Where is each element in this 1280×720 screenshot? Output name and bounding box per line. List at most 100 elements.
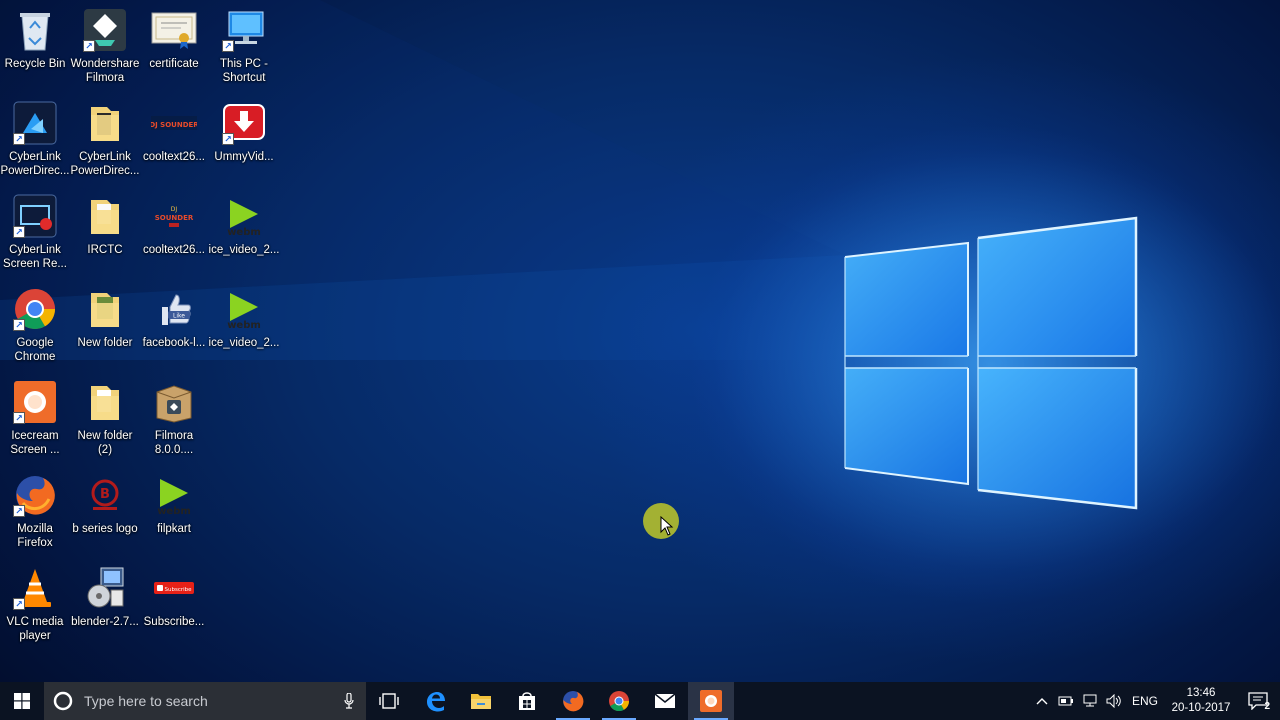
icecream-recorder-icon <box>700 690 722 712</box>
desktop-icon-label: cooltext26... <box>142 151 205 163</box>
speaker-icon <box>1106 694 1121 708</box>
taskbar-store[interactable] <box>504 682 550 720</box>
chrome-icon: ↗ <box>11 285 59 333</box>
tray-battery[interactable] <box>1054 682 1078 720</box>
desktop-icon-label: Icecream Screen ... <box>10 430 60 456</box>
desktop-icon-certificate[interactable]: certificate <box>139 6 209 96</box>
webm-video-icon: webm <box>150 471 198 519</box>
desktop-icon-filmora-installer[interactable]: Filmora 8.0.0.... <box>139 378 209 468</box>
svg-text:DJ SOUNDER: DJ SOUNDER <box>151 121 197 129</box>
cooltext-image-icon: DJ SOUNDER <box>150 192 198 240</box>
shortcut-arrow-icon: ↗ <box>13 133 25 145</box>
action-center-button[interactable]: 2 <box>1236 682 1280 720</box>
desktop-icon-ice-video-1[interactable]: webm ice_video_2... <box>209 192 279 282</box>
taskbar-chrome[interactable] <box>596 682 642 720</box>
tray-volume[interactable] <box>1102 682 1126 720</box>
ummy-video-icon: ↗ <box>220 99 268 147</box>
clock-time: 13:46 <box>1186 687 1216 699</box>
desktop-icon-label: New folder <box>77 337 133 349</box>
show-hidden-icons-button[interactable] <box>1030 682 1054 720</box>
shortcut-arrow-icon: ↗ <box>222 133 234 145</box>
desktop-icon-new-folder[interactable]: New folder <box>70 285 140 375</box>
start-button[interactable] <box>0 682 44 720</box>
taskbar-icecream-recorder[interactable] <box>688 682 734 720</box>
desktop-icon-label: filpkart <box>157 523 191 535</box>
desktop-icon-label: Wondershare Filmora <box>70 58 140 84</box>
installer-box-icon <box>150 378 198 426</box>
svg-text:DJ: DJ <box>171 206 178 213</box>
input-language-indicator[interactable]: ENG <box>1132 694 1158 708</box>
svg-text:webm: webm <box>227 320 261 329</box>
desktop-icon-filpkart[interactable]: webm filpkart <box>139 471 209 561</box>
desktop-icon-powerdirector[interactable]: ↗ CyberLink PowerDirec... <box>0 99 70 189</box>
shortcut-arrow-icon: ↗ <box>222 40 234 52</box>
svg-text:Like: Like <box>173 313 185 320</box>
svg-text:webm: webm <box>227 227 261 236</box>
mail-icon <box>654 693 676 708</box>
recycle-bin-icon <box>11 6 59 54</box>
network-icon <box>1083 694 1097 707</box>
b-series-logo-icon: B <box>81 471 129 519</box>
microphone-icon[interactable] <box>344 693 354 709</box>
search-input[interactable] <box>84 693 334 709</box>
vlc-icon: ↗ <box>11 564 59 612</box>
folder-icon <box>81 285 129 333</box>
desktop-icon-label: Mozilla Firefox <box>17 523 53 549</box>
taskbar-search-box[interactable] <box>44 682 366 720</box>
desktop-icon-label: New folder (2) <box>77 430 133 456</box>
desktop-icon-label: UmmyVid... <box>214 151 274 163</box>
task-view-icon <box>379 693 399 709</box>
shortcut-arrow-icon: ↗ <box>83 40 95 52</box>
desktop-icon-label: Google Chrome <box>14 337 56 363</box>
desktop-icon-cooltext-1[interactable]: DJ SOUNDER cooltext26... <box>139 99 209 189</box>
desktop-icon-this-pc[interactable]: ↗ This PC - Shortcut <box>209 6 279 96</box>
certificate-image-icon <box>150 6 198 54</box>
taskbar-edge[interactable] <box>412 682 458 720</box>
taskbar-firefox[interactable] <box>550 682 596 720</box>
desktop-icon-label: certificate <box>149 58 199 70</box>
desktop-icon-subscribe[interactable]: Subscribe Subscribe... <box>139 564 209 654</box>
system-tray: ENG 13:46 20-10-2017 2 <box>1030 682 1280 720</box>
desktop-icon-screen-recorder[interactable]: ↗ CyberLink Screen Re... <box>0 192 70 282</box>
notification-count-badge: 2 <box>1264 701 1270 712</box>
desktop-icon-icecream[interactable]: ↗ Icecream Screen ... <box>0 378 70 468</box>
battery-icon <box>1058 696 1073 706</box>
desktop-icon-powerdirector-folder[interactable]: CyberLink PowerDirec... <box>70 99 140 189</box>
cooltext-image-icon: DJ SOUNDER <box>150 99 198 147</box>
svg-text:B: B <box>100 487 110 502</box>
mouse-cursor-icon <box>660 516 674 536</box>
svg-text:SOUNDER: SOUNDER <box>155 214 194 222</box>
desktop-icon-vlc[interactable]: ↗ VLC media player <box>0 564 70 654</box>
desktop-icon-label: blender-2.7... <box>71 616 139 628</box>
desktop-icon-firefox[interactable]: ↗ Mozilla Firefox <box>0 471 70 561</box>
taskbar: ENG 13:46 20-10-2017 2 <box>0 682 1280 720</box>
taskbar-mail[interactable] <box>642 682 688 720</box>
desktop-icon-filmora[interactable]: ↗ Wondershare Filmora <box>70 6 140 96</box>
desktop-icon-facebook-like[interactable]: Like facebook-l... <box>139 285 209 375</box>
desktop-icon-irctc[interactable]: IRCTC <box>70 192 140 282</box>
filmora-icon: ↗ <box>81 6 129 54</box>
task-view-button[interactable] <box>366 682 412 720</box>
desktop-icon-ummy[interactable]: ↗ UmmyVid... <box>209 99 279 189</box>
desktop-icon-label: ice_video_2... <box>208 244 280 256</box>
powerdirector-icon: ↗ <box>11 99 59 147</box>
desktop-icon-ice-video-2[interactable]: webm ice_video_2... <box>209 285 279 375</box>
desktop-icon-blender[interactable]: blender-2.7... <box>70 564 140 654</box>
shortcut-arrow-icon: ↗ <box>13 412 25 424</box>
cortana-icon <box>53 691 73 711</box>
taskbar-file-explorer[interactable] <box>458 682 504 720</box>
chrome-icon <box>609 691 630 712</box>
firefox-icon: ↗ <box>11 471 59 519</box>
tray-network[interactable] <box>1078 682 1102 720</box>
desktop-icon-recycle-bin[interactable]: Recycle Bin <box>0 6 70 96</box>
installer-icon <box>81 564 129 612</box>
desktop-icon-label: facebook-l... <box>142 337 206 349</box>
taskbar-clock[interactable]: 13:46 20-10-2017 <box>1166 686 1236 716</box>
desktop-icon-label: Filmora 8.0.0.... <box>154 430 194 456</box>
folder-icon <box>81 378 129 426</box>
desktop-icon-b-series-logo[interactable]: B b series logo <box>70 471 140 561</box>
desktop-icon-cooltext-2[interactable]: DJ SOUNDER cooltext26... <box>139 192 209 282</box>
webm-video-icon: webm <box>220 285 268 333</box>
desktop-icon-google-chrome[interactable]: ↗ Google Chrome <box>0 285 70 375</box>
desktop-icon-new-folder-2[interactable]: New folder (2) <box>70 378 140 468</box>
